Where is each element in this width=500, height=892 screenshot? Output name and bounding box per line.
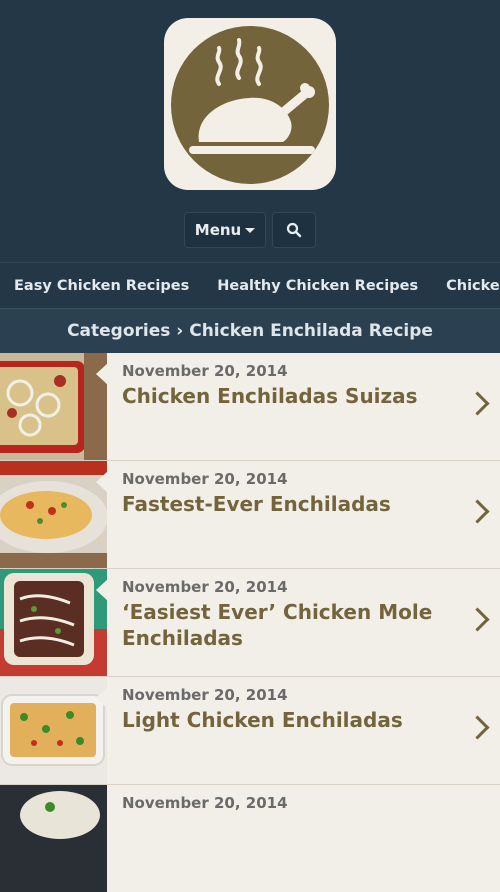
site-logo[interactable] [164,18,336,190]
nav-link-chicken-parmesan[interactable]: Chicken Parmesan [446,278,500,294]
post-date: November 20, 2014 [122,470,288,488]
post-thumbnail [0,677,107,784]
post-title[interactable]: Light Chicken Enchiladas [122,707,452,733]
post-date: November 20, 2014 [122,362,288,380]
post-text: November 20, 2014 ‘Easiest Ever’ Chicken… [107,569,452,676]
breadcrumb-text: Categories › Chicken Enchilada Recipe [67,321,433,341]
post-date: November 20, 2014 [122,686,288,704]
post-text: November 20, 2014 Chicken Enchiladas Sui… [107,353,452,460]
thumbnail-notch [96,579,107,601]
post-text: November 20, 2014 Fastest-Ever Enchilada… [107,461,452,568]
site-header: Menu [0,0,500,262]
post-thumbnail [0,461,107,568]
post-text: November 20, 2014 Light Chicken Enchilad… [107,677,452,784]
post-text: November 20, 2014 [107,785,452,825]
post-list: November 20, 2014 Chicken Enchiladas Sui… [0,353,500,892]
post-date: November 20, 2014 [122,578,288,596]
chevron-right-icon [465,498,490,524]
post-row[interactable]: November 20, 2014 Light Chicken Enchilad… [0,677,500,785]
chevron-right-icon [465,390,490,416]
category-nav: Easy Chicken Recipes Healthy Chicken Rec… [0,262,500,308]
thumbnail-notch [96,363,107,385]
post-row[interactable]: November 20, 2014 ‘Easiest Ever’ Chicken… [0,569,500,677]
breadcrumb: Categories › Chicken Enchilada Recipe [0,308,500,353]
menu-label: Menu [194,221,242,239]
search-icon [286,222,302,238]
chevron-right-icon [465,714,490,740]
thumbnail-notch [96,471,107,493]
caret-down-icon [245,227,256,233]
post-title[interactable]: ‘Easiest Ever’ Chicken Mole Enchiladas [122,599,452,651]
post-date: November 20, 2014 [122,794,288,812]
search-button[interactable] [272,212,316,248]
post-row[interactable]: November 20, 2014 Fastest-Ever Enchilada… [0,461,500,569]
nav-link-easy-chicken[interactable]: Easy Chicken Recipes [14,278,189,294]
post-row[interactable]: November 20, 2014 [0,785,500,892]
post-thumbnail [0,785,107,892]
roast-chicken-icon [171,26,329,184]
menu-button[interactable]: Menu [184,212,266,248]
header-buttons: Menu [0,212,500,248]
chevron-right-icon [465,606,490,632]
post-title[interactable]: Chicken Enchiladas Suizas [122,383,452,409]
thumbnail-notch [96,687,107,709]
post-thumbnail [0,353,107,460]
post-title[interactable]: Fastest-Ever Enchiladas [122,491,452,517]
post-row[interactable]: November 20, 2014 Chicken Enchiladas Sui… [0,353,500,461]
nav-link-healthy-chicken[interactable]: Healthy Chicken Recipes [217,278,418,294]
post-thumbnail [0,569,107,676]
